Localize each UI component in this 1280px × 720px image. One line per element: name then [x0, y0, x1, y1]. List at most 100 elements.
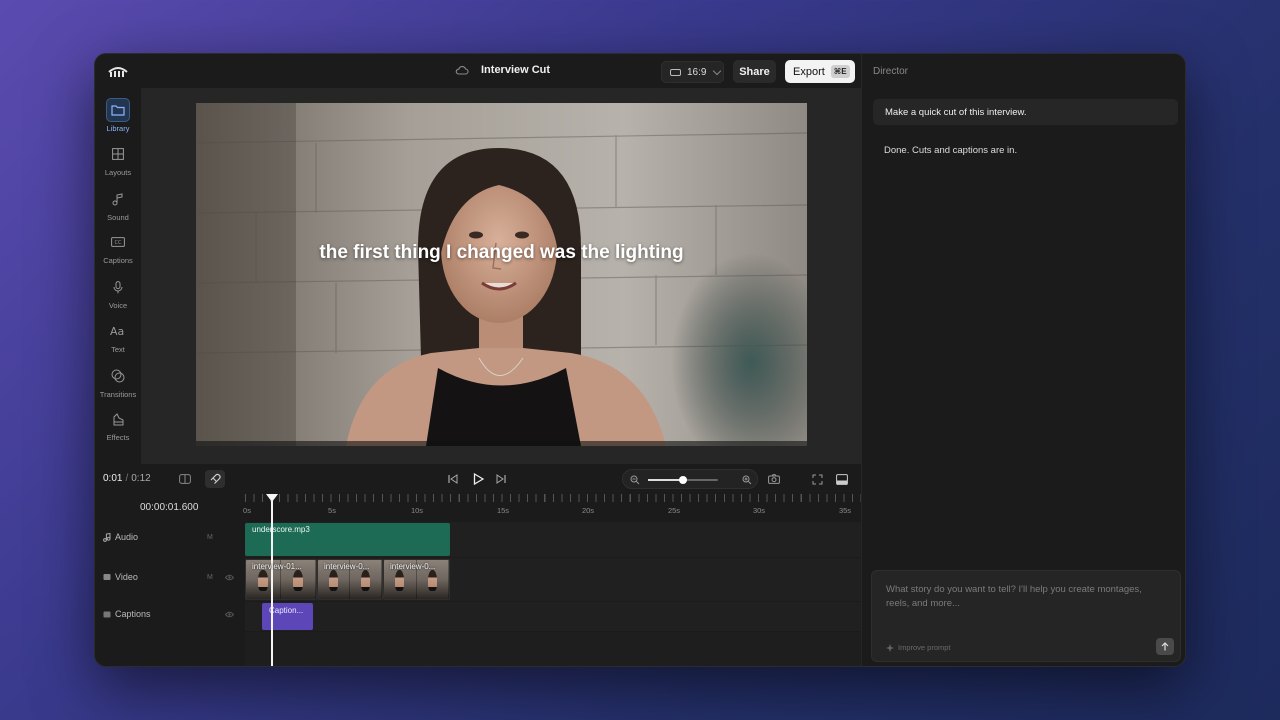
top-bar: Interview Cut 16:9 Share Export ⌘E: [95, 54, 861, 88]
panel-title: Director: [873, 66, 909, 77]
skip-forward-icon[interactable]: [493, 471, 509, 487]
timeline-ruler[interactable]: 0s 5s 10s 15s 20s 25s 30s 35s: [243, 494, 861, 518]
mute-toggle[interactable]: M: [207, 574, 213, 581]
video-preview[interactable]: the first thing I changed was the lighti…: [196, 103, 807, 446]
clip-label: interview-0...: [324, 562, 370, 571]
overlap-circles-icon: [106, 364, 130, 388]
ruler-label: 0s: [243, 506, 251, 515]
effects-icon: [106, 407, 130, 431]
preview-area: the first thing I changed was the lighti…: [141, 88, 861, 464]
project-title[interactable]: Interview Cut: [481, 64, 550, 76]
clip-label: Caption...: [269, 606, 304, 615]
prompt-input[interactable]: What story do you want to tell? I'll hel…: [871, 570, 1181, 662]
skip-back-icon[interactable]: [445, 471, 461, 487]
improve-prompt-label: Improve prompt: [898, 643, 951, 652]
microphone-icon: [106, 275, 130, 299]
sidebar-item-voice[interactable]: Voice: [95, 275, 141, 310]
aspect-ratio-dropdown[interactable]: 16:9: [661, 61, 724, 83]
sidebar-item-sound[interactable]: Sound: [95, 187, 141, 222]
empty-track-lane: [245, 632, 861, 666]
sidebar-item-layouts[interactable]: Layouts: [95, 142, 141, 177]
playhead-handle[interactable]: [266, 494, 278, 502]
video-icon: [103, 574, 111, 580]
project-title-group: Interview Cut: [455, 64, 550, 76]
magnet-snap-icon[interactable]: [205, 470, 225, 488]
prompt-placeholder: What story do you want to tell? I'll hel…: [886, 584, 1142, 609]
sidebar-item-captions[interactable]: CC Captions: [95, 230, 141, 265]
share-button[interactable]: Share: [733, 60, 776, 83]
clip-label: interview-0...: [390, 562, 436, 571]
track-header-audio: Audio M: [103, 532, 253, 542]
send-button[interactable]: [1156, 638, 1174, 655]
sidebar: Library Layouts Sound CC Captions Voice: [95, 88, 141, 464]
ruler-label: 35s: [838, 506, 852, 515]
app-logo-icon[interactable]: [107, 63, 129, 79]
ruler-label: 5s: [328, 506, 336, 515]
ruler-label: 25s: [667, 506, 681, 515]
aspect-ratio-value: 16:9: [687, 66, 707, 78]
zoom-in-icon[interactable]: [742, 475, 752, 485]
zoom-out-icon[interactable]: [630, 475, 640, 485]
captions-track-lane[interactable]: [245, 602, 861, 631]
total-time: 0:12: [131, 473, 151, 484]
clip-label: interview-01...: [252, 562, 302, 571]
sidebar-item-label: Effects: [106, 433, 130, 442]
music-note-icon: [103, 532, 111, 542]
export-label: Export: [793, 65, 825, 78]
video-caption-overlay: the first thing I changed was the lighti…: [319, 242, 684, 263]
ruler-label: 10s: [410, 506, 424, 515]
export-button[interactable]: Export ⌘E: [785, 60, 855, 83]
video-clip[interactable]: interview-0...: [383, 559, 450, 600]
music-note-icon: [106, 187, 130, 211]
zoom-control: [622, 469, 758, 489]
sidebar-item-library[interactable]: Library: [95, 98, 141, 133]
panel-toggle-icon[interactable]: [834, 471, 850, 487]
ruler-label: 20s: [581, 506, 595, 515]
playhead[interactable]: [266, 494, 278, 666]
text-aa-icon: Aa: [106, 319, 130, 343]
video-clip[interactable]: interview-01...: [245, 559, 317, 600]
camera-icon[interactable]: [766, 471, 782, 487]
sidebar-item-label: Library: [106, 124, 130, 133]
track-name: Video: [115, 572, 138, 582]
sparkle-icon: [886, 643, 894, 652]
split-view-icon[interactable]: [177, 471, 193, 487]
sidebar-item-effects[interactable]: Effects: [95, 407, 141, 442]
transport-bar: 0:01/0:12: [95, 464, 861, 494]
sidebar-item-label: Voice: [108, 301, 128, 310]
zoom-slider[interactable]: [648, 476, 718, 484]
captions-icon: [103, 611, 111, 617]
audio-clip[interactable]: underscore.mp3: [245, 523, 450, 556]
user-message: Make a quick cut of this interview.: [873, 99, 1178, 125]
video-clip[interactable]: interview-0...: [317, 559, 383, 600]
folder-icon: [106, 98, 130, 122]
sidebar-item-label: Layouts: [104, 168, 132, 177]
sidebar-item-text[interactable]: Aa Text: [95, 319, 141, 354]
aspect-ratio-icon: [670, 68, 681, 76]
chevron-down-icon: [713, 66, 722, 75]
caption-clip[interactable]: Caption...: [262, 603, 313, 630]
ruler-ticks: [245, 494, 861, 502]
cloud-sync-icon: [455, 66, 469, 75]
eye-icon[interactable]: [225, 611, 234, 618]
grid-icon: [106, 142, 130, 166]
sidebar-item-label: Transitions: [99, 390, 137, 399]
eye-icon[interactable]: [225, 574, 234, 581]
sidebar-item-label: Text: [111, 345, 125, 354]
video-frame-image: [196, 103, 807, 446]
sidebar-item-label: Sound: [107, 213, 129, 222]
timeline: 00:00:01.600 0s 5s 10s 15s 20s 25s 30s 3…: [95, 494, 861, 666]
cc-icon: CC: [106, 230, 130, 254]
fullscreen-icon[interactable]: [809, 471, 825, 487]
sidebar-item-transitions[interactable]: Transitions: [95, 364, 141, 399]
ruler-label: 30s: [752, 506, 766, 515]
app-window: Interview Cut 16:9 Share Export ⌘E Libra…: [94, 53, 1186, 667]
zoom-slider-handle[interactable]: [679, 476, 687, 484]
improve-prompt-button[interactable]: Improve prompt: [886, 643, 951, 652]
mute-toggle[interactable]: M: [207, 534, 213, 541]
track-header-video: Video M: [103, 572, 253, 582]
ruler-label: 15s: [496, 506, 510, 515]
zoom-slider-fill: [648, 479, 683, 481]
play-icon[interactable]: [470, 471, 486, 487]
export-shortcut: ⌘E: [830, 65, 850, 78]
